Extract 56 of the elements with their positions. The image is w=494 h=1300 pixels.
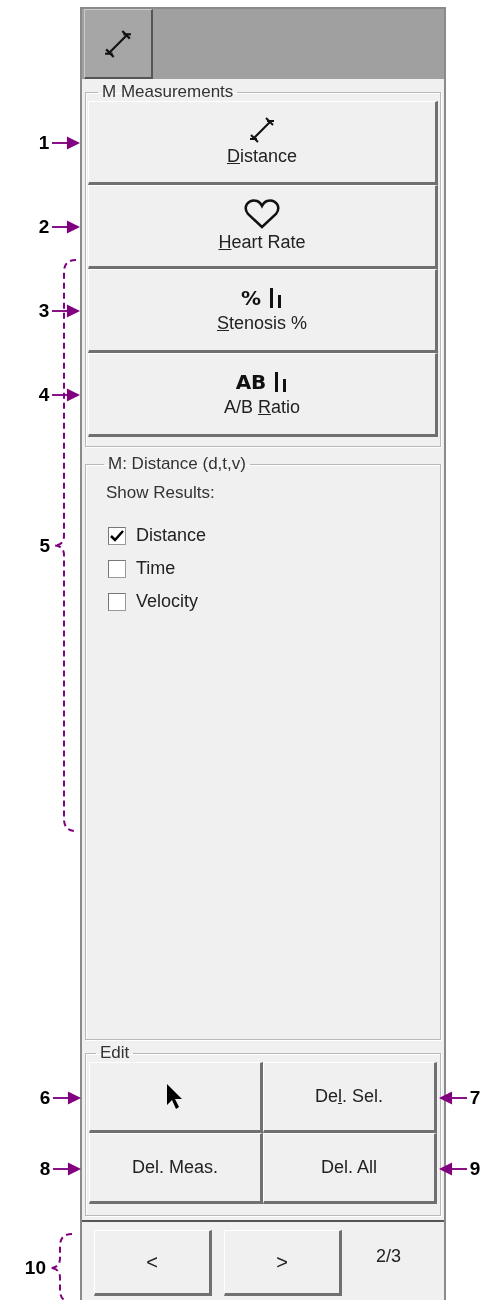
checkbox[interactable]: [108, 592, 126, 611]
edit-button[interactable]: Del. Sel.: [263, 1062, 437, 1133]
page-button[interactable]: <: [94, 1230, 212, 1296]
button-label: Heart Rate: [218, 232, 306, 253]
callout-number: 6: [39, 1086, 51, 1109]
caliper-icon: [249, 117, 275, 143]
dashed-brace-drawing: [50, 1231, 74, 1300]
measurement-button[interactable]: AB A/B Ratio: [88, 353, 438, 437]
tool-tab[interactable]: [84, 9, 153, 79]
measurement-button[interactable]: Heart Rate: [88, 185, 438, 269]
callout-number: 3: [38, 300, 50, 322]
group-title: Edit: [99, 1044, 131, 1062]
callout-number: 7: [469, 1086, 481, 1109]
button-label: Del. Meas.: [132, 1157, 218, 1178]
callout-arrow-icon: [52, 136, 80, 150]
button-label: Del. All: [321, 1157, 377, 1178]
group-title: M: Distance (d,t,v): [107, 455, 247, 473]
bars-icon: [274, 372, 289, 392]
callout-arrow-icon: [53, 1161, 81, 1176]
callout-arrow-icon: [53, 1090, 81, 1105]
checkbox[interactable]: [108, 526, 126, 545]
callout-number: 9: [469, 1157, 481, 1180]
heart-icon: [244, 199, 280, 229]
button-label: Stenosis %: [216, 313, 308, 334]
button-label: Del. Sel.: [314, 1086, 383, 1107]
icon-text: %: [240, 286, 261, 310]
callout-arrow-icon: [52, 388, 80, 402]
checkbox[interactable]: [108, 559, 126, 578]
callout-number: 8: [39, 1157, 51, 1180]
callout-number: 4: [38, 384, 50, 406]
measurement-button[interactable]: % Stenosis %: [88, 269, 438, 353]
callout-number: 1: [38, 132, 50, 154]
pointer-icon: [165, 1082, 185, 1111]
callout-number: 5: [39, 534, 50, 557]
pointer-button[interactable]: [89, 1062, 263, 1133]
checkbox-label: Time: [136, 558, 176, 579]
bars-icon: [269, 288, 283, 308]
section-label: Show Results:: [106, 483, 215, 503]
callout-number: 10: [24, 1256, 46, 1279]
page-button[interactable]: >: [224, 1230, 342, 1296]
group-title: M Measurements: [101, 83, 235, 101]
page-indicator: 2/3: [376, 1246, 402, 1267]
button-label: A/B Ratio: [223, 397, 300, 418]
caliper-icon: [104, 29, 132, 58]
checkbox-label: Velocity: [136, 591, 199, 612]
measurement-button[interactable]: Distance: [88, 101, 438, 185]
callout-arrow-icon: [52, 304, 80, 318]
edit-button[interactable]: Del. All: [263, 1133, 437, 1204]
button-label: Distance: [226, 146, 297, 167]
edit-button[interactable]: Del. Meas.: [89, 1133, 263, 1204]
callout-arrow-icon: [439, 1161, 467, 1176]
icon-text: AB: [235, 370, 267, 394]
checkbox-label: Distance: [136, 525, 207, 546]
callout-number: 2: [38, 216, 50, 238]
callout-arrow-icon: [439, 1090, 467, 1105]
callout-arrow-icon: [52, 220, 80, 234]
